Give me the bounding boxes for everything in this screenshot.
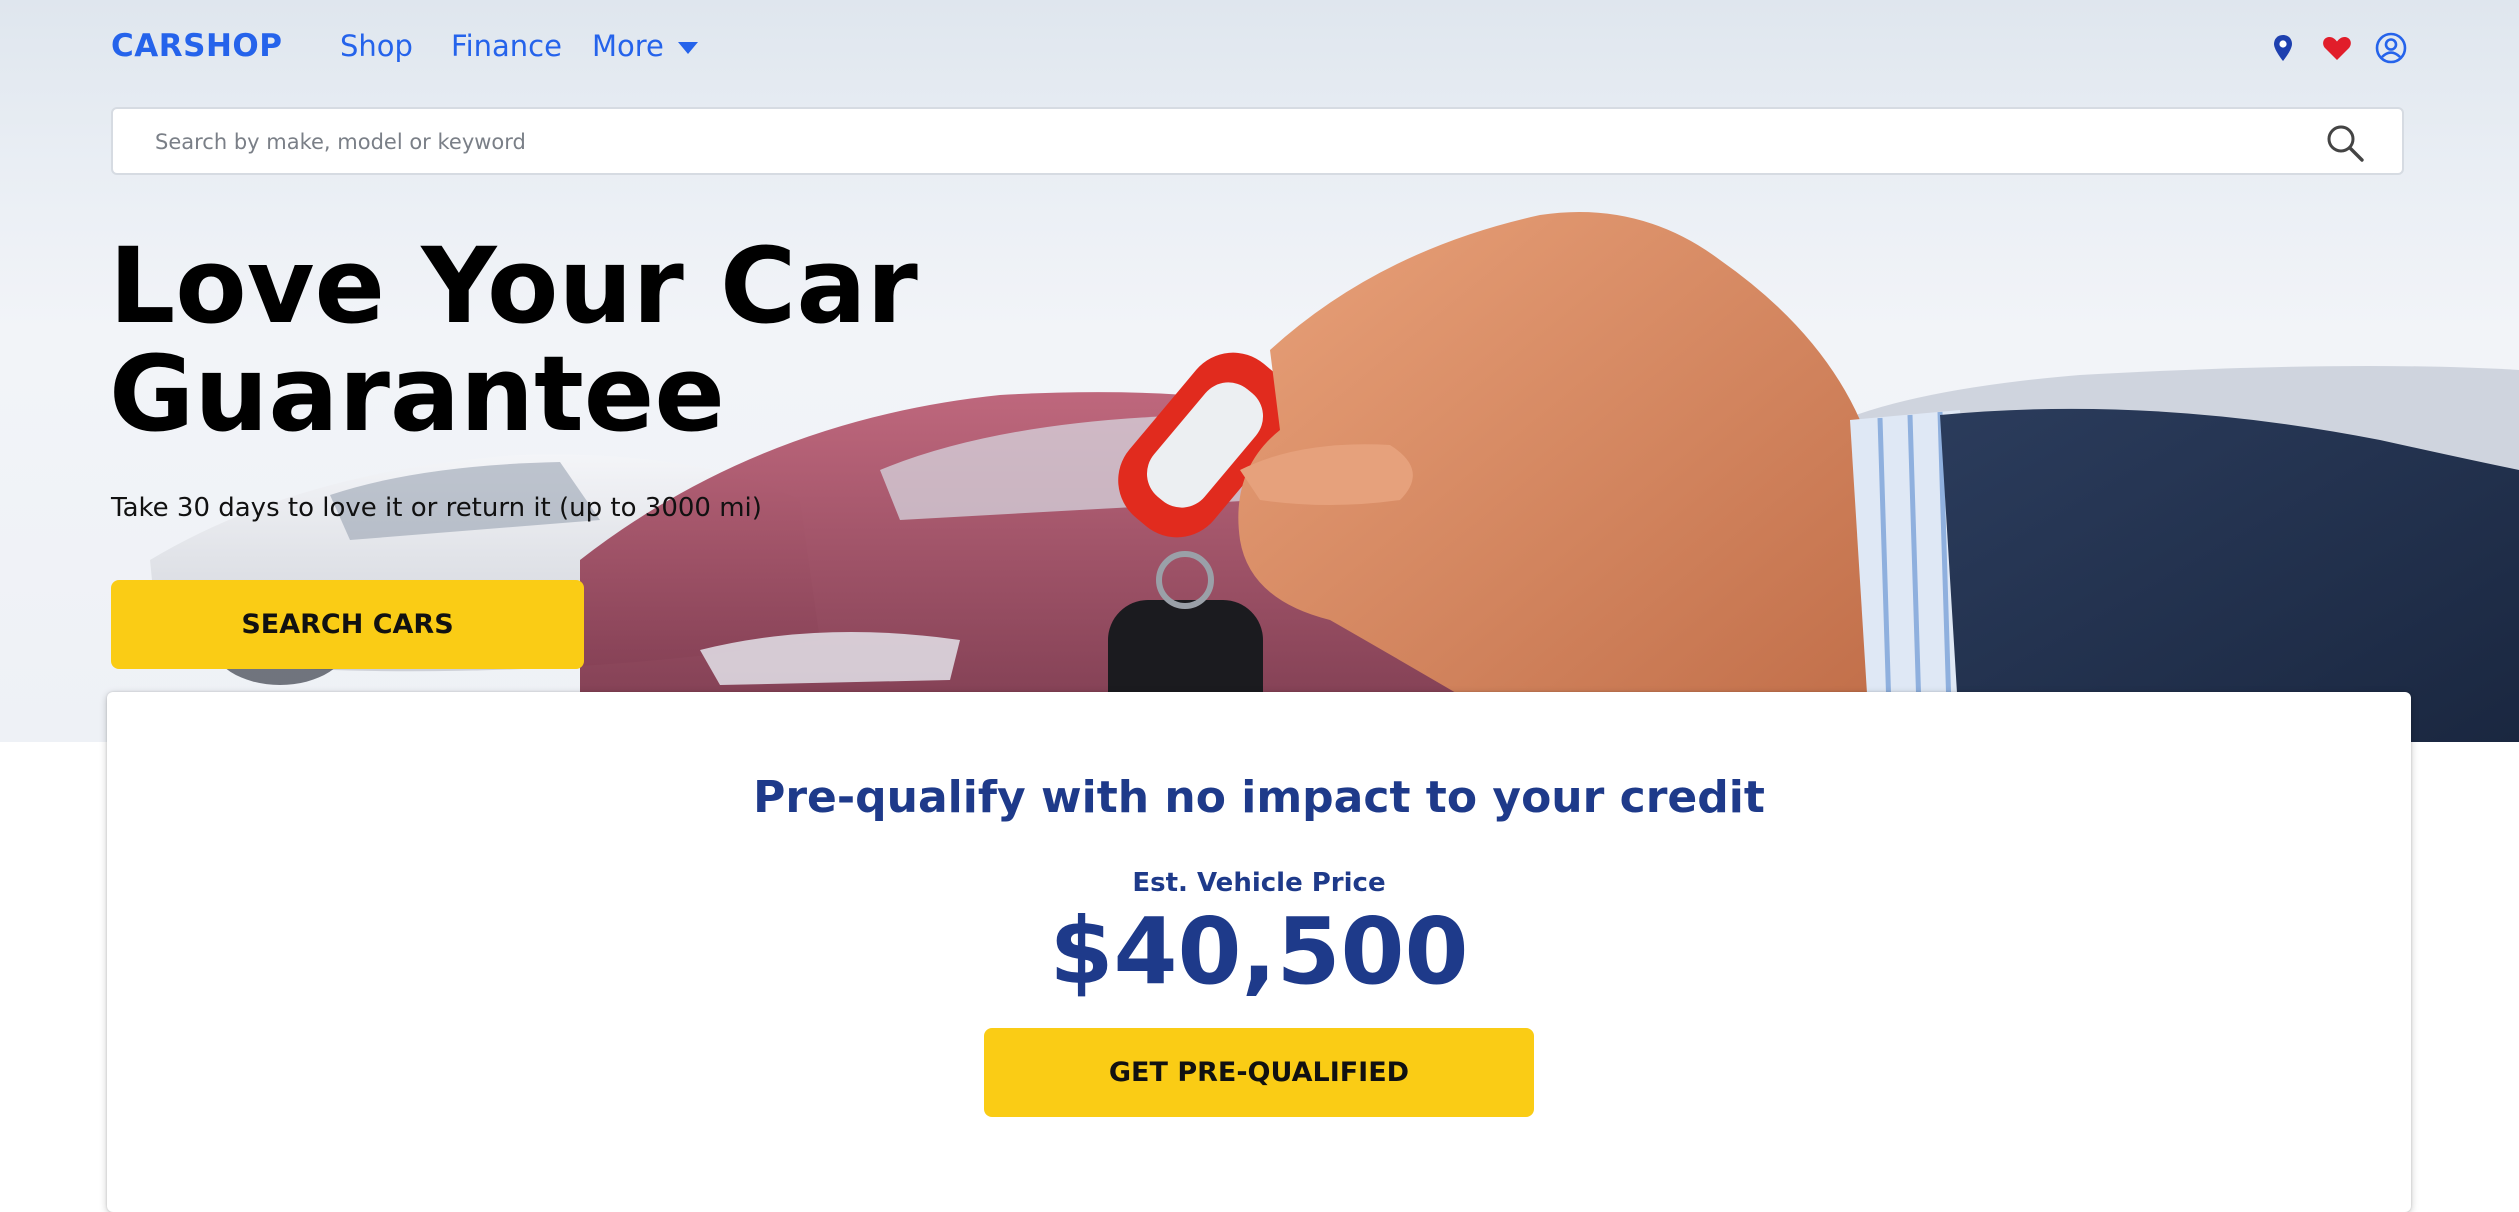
- hero-title-line-2: Guarantee: [109, 333, 725, 455]
- map-pin-icon[interactable]: [2266, 31, 2300, 65]
- prequalify-title: Pre-qualify with no impact to your credi…: [753, 772, 1765, 823]
- hero-title: Love Your Car Guarantee: [109, 232, 1009, 448]
- est-vehicle-price-label: Est. Vehicle Price: [1132, 868, 1386, 898]
- top-navigation: CARSHOP Shop Finance More: [0, 0, 2519, 96]
- est-vehicle-price-value: $40,500: [1049, 898, 1469, 1005]
- nav-link-finance[interactable]: Finance: [451, 29, 562, 63]
- nav-more-label: More: [592, 29, 664, 63]
- hero-title-line-1: Love Your Car: [109, 225, 918, 347]
- nav-menu-more[interactable]: More: [592, 29, 698, 63]
- chevron-down-icon: [677, 42, 698, 54]
- user-account-icon[interactable]: [2374, 31, 2408, 65]
- search-icon[interactable]: [2323, 121, 2367, 165]
- search-input[interactable]: [153, 109, 2297, 175]
- hero-subtitle: Take 30 days to love it or return it (up…: [111, 493, 762, 523]
- heart-icon[interactable]: [2320, 31, 2354, 65]
- nav-link-shop[interactable]: Shop: [340, 29, 413, 63]
- search-bar: [111, 107, 2404, 175]
- prequalify-card: Pre-qualify with no impact to your credi…: [107, 692, 2411, 1212]
- search-cars-button[interactable]: SEARCH CARS: [111, 580, 584, 669]
- carshop-logo[interactable]: CARSHOP: [111, 28, 282, 64]
- get-prequalified-button[interactable]: GET PRE-QUALIFIED: [984, 1028, 1534, 1117]
